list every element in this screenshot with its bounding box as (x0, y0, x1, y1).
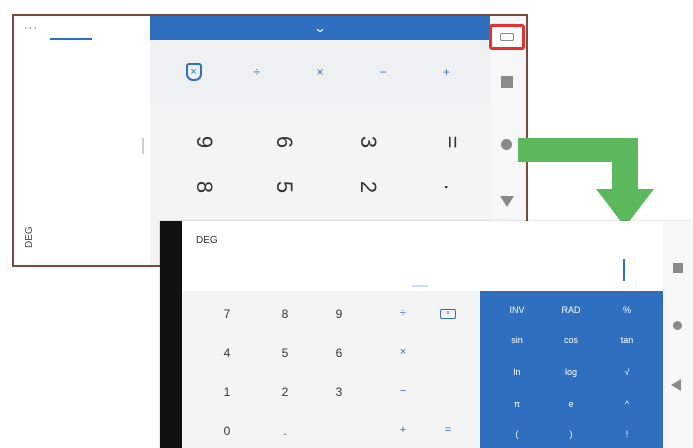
plus-button[interactable]: + (426, 65, 466, 79)
pi-button[interactable]: π (495, 399, 539, 409)
operator-row: × ÷ × − + (150, 40, 490, 104)
back-icon[interactable] (500, 196, 514, 207)
clear-button[interactable]: × (174, 63, 214, 81)
inv-button[interactable]: INV (495, 305, 539, 315)
key-4[interactable]: 4 (212, 346, 242, 360)
home-icon[interactable] (673, 321, 682, 330)
close-paren-button[interactable]: ) (549, 429, 593, 439)
open-paren-button[interactable]: ( (495, 429, 539, 439)
expand-bar[interactable]: ⌄ (150, 16, 490, 40)
log-button[interactable]: log (549, 367, 593, 377)
key-5[interactable]: 5 (270, 346, 300, 360)
number-pad: 7 8 9 4 5 6 1 2 3 0 . ÷ × × − + = (182, 291, 480, 448)
key-6[interactable]: 6 (324, 346, 354, 360)
device-edge (160, 221, 182, 448)
multiply-button[interactable]: × (300, 65, 340, 79)
key-1[interactable]: 1 (212, 385, 242, 399)
sin-button[interactable]: sin (495, 335, 539, 345)
chevron-down-icon: ⌄ (312, 21, 328, 35)
key-8[interactable]: 8 (189, 167, 219, 207)
ln-button[interactable]: ln (495, 367, 539, 377)
home-icon[interactable] (501, 139, 512, 150)
divide-button[interactable]: ÷ (388, 307, 418, 319)
navigation-bar (663, 221, 693, 448)
key-0[interactable]: 0 (212, 424, 242, 438)
recents-icon[interactable] (673, 263, 683, 273)
key-2[interactable]: 2 (353, 167, 383, 207)
clear-icon: × (185, 63, 202, 81)
key-6[interactable]: 6 (269, 122, 299, 162)
display-area: DEG ··· (182, 221, 666, 291)
rad-button[interactable]: RAD (549, 305, 593, 315)
drag-handle[interactable] (412, 285, 428, 287)
drag-handle[interactable] (142, 138, 144, 154)
key-8[interactable]: 8 (270, 307, 300, 321)
sqrt-button[interactable]: √ (605, 367, 649, 377)
key-2[interactable]: 2 (270, 385, 300, 399)
key-5[interactable]: 5 (269, 167, 299, 207)
key-9[interactable]: 9 (189, 122, 219, 162)
tan-button[interactable]: tan (605, 335, 649, 345)
key-3[interactable]: 3 (324, 385, 354, 399)
divide-button[interactable]: ÷ (237, 65, 277, 79)
landscape-calculator-screenshot: DEG ··· 7 8 9 4 5 6 1 2 3 0 . ÷ × × − + … (160, 221, 693, 448)
e-button[interactable]: e (549, 399, 593, 409)
multiply-button[interactable]: × (388, 346, 418, 358)
key-3[interactable]: 3 (353, 122, 383, 162)
scientific-pad: INV RAD % sin cos tan ln log √ π e ^ ( )… (480, 291, 663, 448)
minus-button[interactable]: − (363, 65, 403, 79)
screen-rotate-icon[interactable] (489, 24, 525, 50)
minus-button[interactable]: − (388, 385, 418, 397)
backspace-icon[interactable]: × (440, 309, 456, 319)
key-9[interactable]: 9 (324, 307, 354, 321)
text-cursor (623, 259, 625, 281)
formula-underline (50, 38, 92, 40)
plus-button[interactable]: + (388, 424, 418, 436)
key-equals[interactable]: = (437, 122, 467, 162)
angle-mode-label: DEG (196, 235, 218, 246)
cos-button[interactable]: cos (549, 335, 593, 345)
back-icon[interactable] (671, 379, 681, 391)
factorial-button[interactable]: ! (605, 429, 649, 439)
angle-mode-label: DEG (24, 226, 35, 248)
percent-button[interactable]: % (605, 305, 649, 315)
key-decimal[interactable]: . (270, 424, 300, 438)
key-decimal[interactable]: . (437, 167, 467, 207)
power-button[interactable]: ^ (605, 399, 649, 409)
overflow-menu-icon[interactable]: ··· (24, 22, 38, 34)
equals-button[interactable]: = (433, 424, 463, 436)
display-area: ··· DEG (14, 16, 150, 265)
recents-icon[interactable] (501, 76, 513, 88)
key-7[interactable]: 7 (212, 307, 242, 321)
transition-arrow-icon (518, 138, 654, 227)
